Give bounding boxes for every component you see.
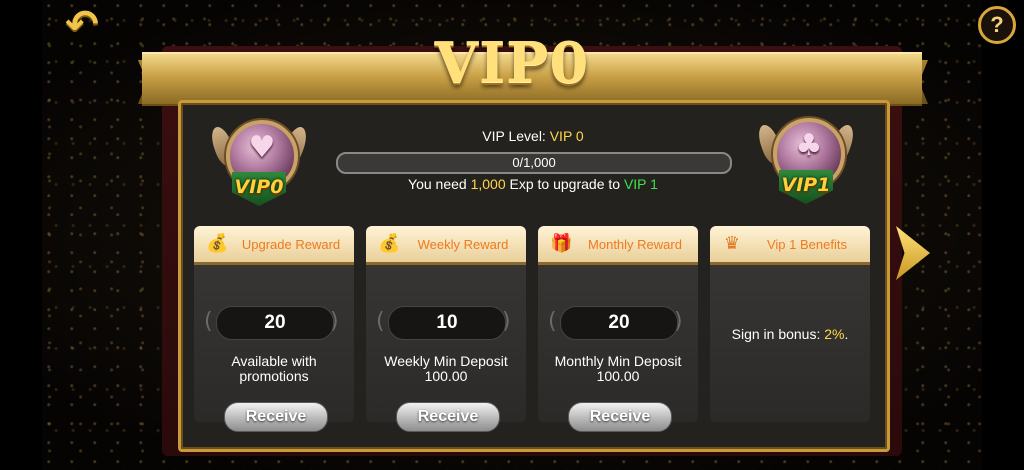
need-amount: 1,000 [470,176,506,192]
reward-cards: 💰 Upgrade Reward ( ) 20 Available with p… [182,216,882,440]
current-vip-badge: ♥ VIP0 [207,116,311,208]
vip-level-line: VIP Level: VIP 0 [336,128,730,144]
gift-icon: 🎁 [550,233,573,254]
benefits-title-vip: Vip 1 [766,236,797,252]
next-badge-label: VIP1 [781,174,831,196]
reward-value: 20 [560,306,678,340]
money-bag-icon: 💰 [378,233,401,254]
vip-benefits-card: ♛ Vip 1 Benefits Sign in bonus: 2%. [710,226,870,422]
card-description: Monthly Min Deposit 100.00 [554,353,682,384]
card-title: Upgrade Reward [241,236,341,252]
next-vip-badge: ♣ VIP1 [754,114,858,206]
upgrade-requirement: You need 1,000 Exp to upgrade to VIP 1 [336,176,730,192]
monthly-reward-card: 🎁 Monthly Reward ( ) 20 Monthly Min Depo… [538,226,698,432]
reward-value: 20 [216,306,334,340]
next-level-name: VIP 1 [623,176,658,192]
card-title: Weekly Reward [417,236,509,252]
card-description: Available with promotions [231,353,317,384]
benefit-suffix: . [844,326,849,342]
reward-value: 10 [388,306,506,340]
card-description: Weekly Min Deposit 100.00 [384,353,508,384]
benefit-prefix: Sign in bonus: [731,326,821,342]
card-header: 🎁 Monthly Reward [538,226,698,265]
receive-button[interactable]: Receive [224,402,328,432]
need-middle: Exp to upgrade to [509,176,621,192]
current-badge-label: VIP0 [234,176,284,198]
card-header: ♛ Vip 1 Benefits [710,226,870,265]
card-header: 💰 Weekly Reward [366,226,526,265]
page-title: VIP0 [434,30,590,96]
vip-level-value: VIP 0 [549,128,584,144]
crown-icon: ♛ [723,233,741,254]
progress-text: 0/1,000 [512,155,556,170]
club-icon: ♣ [795,128,823,163]
vip-level-label: VIP Level: [482,128,546,144]
money-bag-icon: 💰 [206,233,229,254]
benefit-description: Sign in bonus: 2%. [710,326,870,342]
receive-button[interactable]: Receive [396,402,500,432]
need-prefix: You need [408,176,467,192]
weekly-reward-card: 💰 Weekly Reward ( ) 10 Weekly Min Deposi… [366,226,526,432]
benefit-value: 2% [824,326,845,342]
heart-icon: ♥ [248,130,276,165]
receive-button[interactable]: Receive [568,402,672,432]
benefits-title-rest: Benefits [800,236,847,252]
card-title: Vip 1 Benefits [750,226,864,262]
card-header: 💰 Upgrade Reward [194,226,354,265]
upgrade-reward-card: 💰 Upgrade Reward ( ) 20 Available with p… [194,226,354,432]
exp-progress-bar: 0/1,000 [336,152,732,174]
card-title: Monthly Reward [588,236,682,252]
